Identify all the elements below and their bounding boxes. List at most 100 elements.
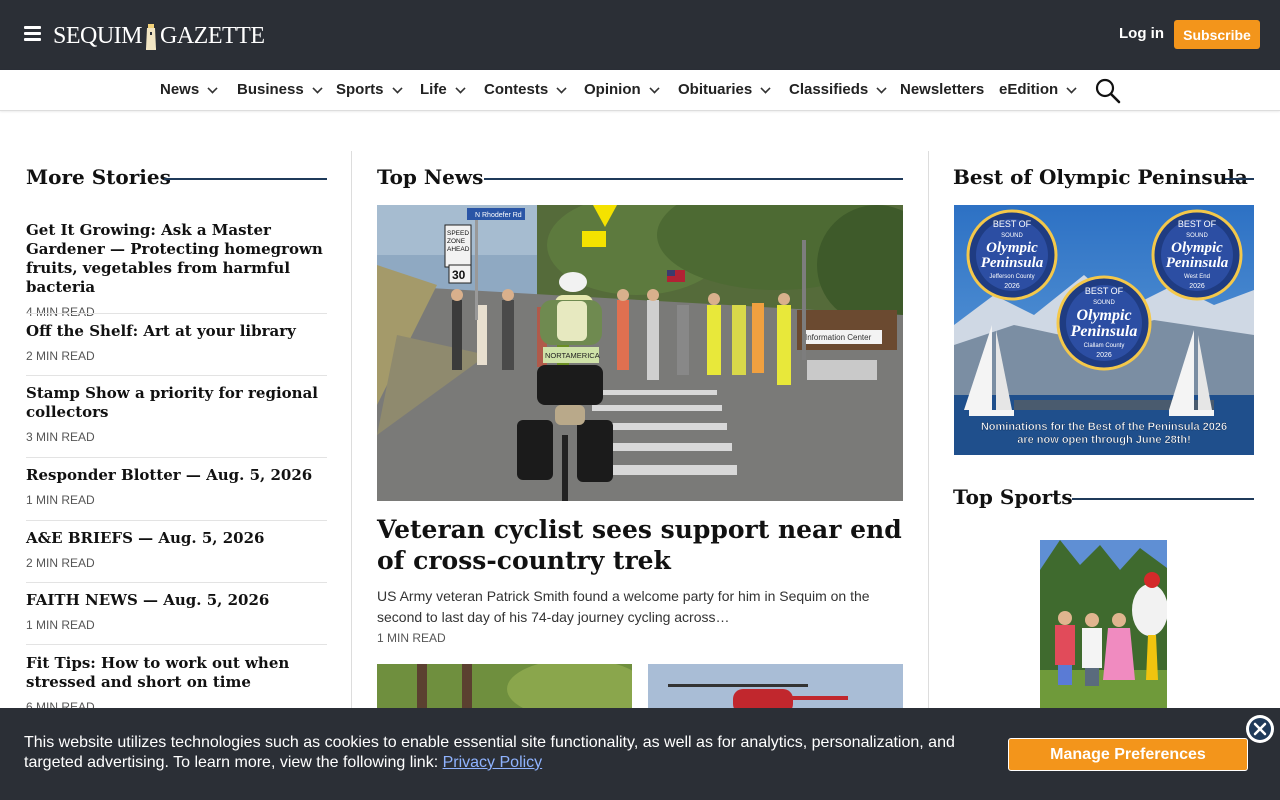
nav-item-news[interactable]: News [160,81,218,98]
logo-word-left: SEQUIM [53,23,143,49]
ad-caption-line1: Nominations for the Best of the Peninsul… [981,421,1227,433]
story-thumbnail[interactable] [648,664,903,714]
cookie-banner: This website utilizes technologies such … [0,708,1280,800]
main-nav: News Business Sports Life Contests Opini… [0,70,1280,111]
badge-top-text: BEST OF [1085,286,1124,296]
top-sports-title: Top Sports [953,485,1073,509]
privacy-policy-link[interactable]: Privacy Policy [443,754,543,771]
nav-item-sports[interactable]: Sports [336,81,403,98]
divider [26,582,327,583]
column-divider [351,151,352,711]
story-thumbnail[interactable] [377,664,632,714]
read-time: 3 MIN READ [26,430,95,444]
subscribe-button[interactable]: Subscribe [1174,20,1260,49]
badge-main1: Olympic [1076,307,1131,324]
badge-right: BEST OF SOUND Olympic Peninsula West End… [1151,209,1243,301]
read-time: 1 MIN READ [26,618,95,632]
read-time: 2 MIN READ [26,349,95,363]
sports-photo[interactable] [1040,540,1167,710]
nav-item-life[interactable]: Life [420,81,466,98]
nav-item-contests[interactable]: Contests [484,81,567,98]
badge-county: Jefferson County [989,274,1034,280]
chevron-down-icon [760,82,771,94]
story-title[interactable]: Off the Shelf: Art at your library [26,322,327,341]
story-title[interactable]: A&E BRIEFS — Aug. 5, 2026 [26,529,327,548]
story-item[interactable]: Off the Shelf: Art at your library 2 MIN… [26,322,327,363]
street-sign: N Rhodefer Rd [475,212,522,219]
menu-icon[interactable] [24,26,41,43]
badge-sound-text: SOUND [1186,233,1208,239]
hero-photo[interactable]: Information Center SPEED ZONE AHEAD 30 N… [377,205,903,501]
story-title[interactable]: Stamp Show a priority for regional colle… [26,384,327,422]
speed-sign-line1: SPEED [447,230,469,237]
chevron-down-icon [312,82,323,94]
nav-label: Opinion [584,81,641,98]
site-header: SEQUIM GAZETTE Log in Subscribe [0,0,1280,70]
best-of-title: Best of Olympic Peninsula [953,165,1248,189]
read-time: 2 MIN READ [26,556,95,570]
story-item[interactable]: Fit Tips: How to work out when stressed … [26,654,327,714]
story-title[interactable]: Fit Tips: How to work out when stressed … [26,654,327,692]
logo-word-right: GAZETTE [160,23,265,49]
nav-label: Sports [336,81,384,98]
story-title[interactable]: FAITH NEWS — Aug. 5, 2026 [26,591,327,610]
story-title[interactable]: Responder Blotter — Aug. 5, 2026 [26,466,327,485]
badge-year: 2026 [1096,352,1112,359]
story-item[interactable]: Get It Growing: Ask a Master Gardener — … [26,221,327,319]
best-of-ad[interactable]: BEST OF SOUND Olympic Peninsula Jefferso… [954,205,1254,455]
top-news-heading: Top News [377,165,903,189]
site-logo[interactable]: SEQUIM GAZETTE [53,20,265,50]
badge-sound-text: SOUND [1001,233,1023,239]
ad-caption-line2: are now open through June 28th! [1017,434,1191,446]
read-time: 1 MIN READ [377,631,446,645]
story-item[interactable]: A&E BRIEFS — Aug. 5, 2026 2 MIN READ [26,529,327,570]
manage-preferences-button[interactable]: Manage Preferences [1008,738,1248,771]
nav-label: Life [420,81,447,98]
badge-main2: Peninsula [1166,255,1229,271]
lighthouse-icon [146,24,157,50]
badge-county: West End [1184,274,1210,280]
chevron-down-icon [207,82,218,94]
login-link[interactable]: Log in [1119,25,1164,42]
badge-county: Clallam County [1084,343,1125,349]
story-item[interactable]: Responder Blotter — Aug. 5, 2026 1 MIN R… [26,466,327,507]
more-stories-heading: More Stories [26,165,327,189]
lead-headline[interactable]: Veteran cyclist sees support near end of… [377,514,903,576]
nav-label: News [160,81,200,98]
search-icon[interactable] [1095,78,1121,104]
close-icon[interactable] [1244,713,1276,745]
chevron-down-icon [455,82,466,94]
badge-main1: Olympic [986,240,1038,256]
nav-label: eEdition [999,81,1059,98]
story-item[interactable]: FAITH NEWS — Aug. 5, 2026 1 MIN READ [26,591,327,632]
heading-rule [1225,178,1254,180]
nav-label: Business [237,81,304,98]
read-time: 4 MIN READ [26,305,95,319]
more-stories-title: More Stories [26,165,171,189]
badge-main2: Peninsula [1070,323,1138,340]
nav-item-newsletters[interactable]: Newsletters [900,81,984,98]
column-divider [928,151,929,711]
nav-label: Classifieds [789,81,869,98]
chevron-down-icon [876,82,887,94]
divider [26,375,327,376]
lead-summary: US Army veteran Patrick Smith found a we… [377,588,870,625]
chevron-down-icon [391,82,403,94]
story-item[interactable]: Stamp Show a priority for regional colle… [26,384,327,444]
speed-sign-line3: AHEAD [447,246,470,253]
nav-item-eedition[interactable]: eEdition [999,81,1077,98]
badge-sound-text: SOUND [1093,300,1115,306]
nav-item-obituaries[interactable]: Obituaries [678,81,771,98]
badge-left: BEST OF SOUND Olympic Peninsula Jefferso… [966,209,1058,301]
heading-rule [1072,498,1254,500]
nav-item-business[interactable]: Business [237,81,323,98]
badge-top-text: BEST OF [993,219,1032,229]
nav-item-classifieds[interactable]: Classifieds [789,81,887,98]
divider [26,457,327,458]
nav-item-opinion[interactable]: Opinion [584,81,660,98]
speed-sign-line2: ZONE [447,238,466,245]
story-title[interactable]: Get It Growing: Ask a Master Gardener — … [26,221,327,297]
divider [26,520,327,521]
jersey-text: NORTAMERICA [545,351,600,360]
heading-rule [484,178,903,180]
